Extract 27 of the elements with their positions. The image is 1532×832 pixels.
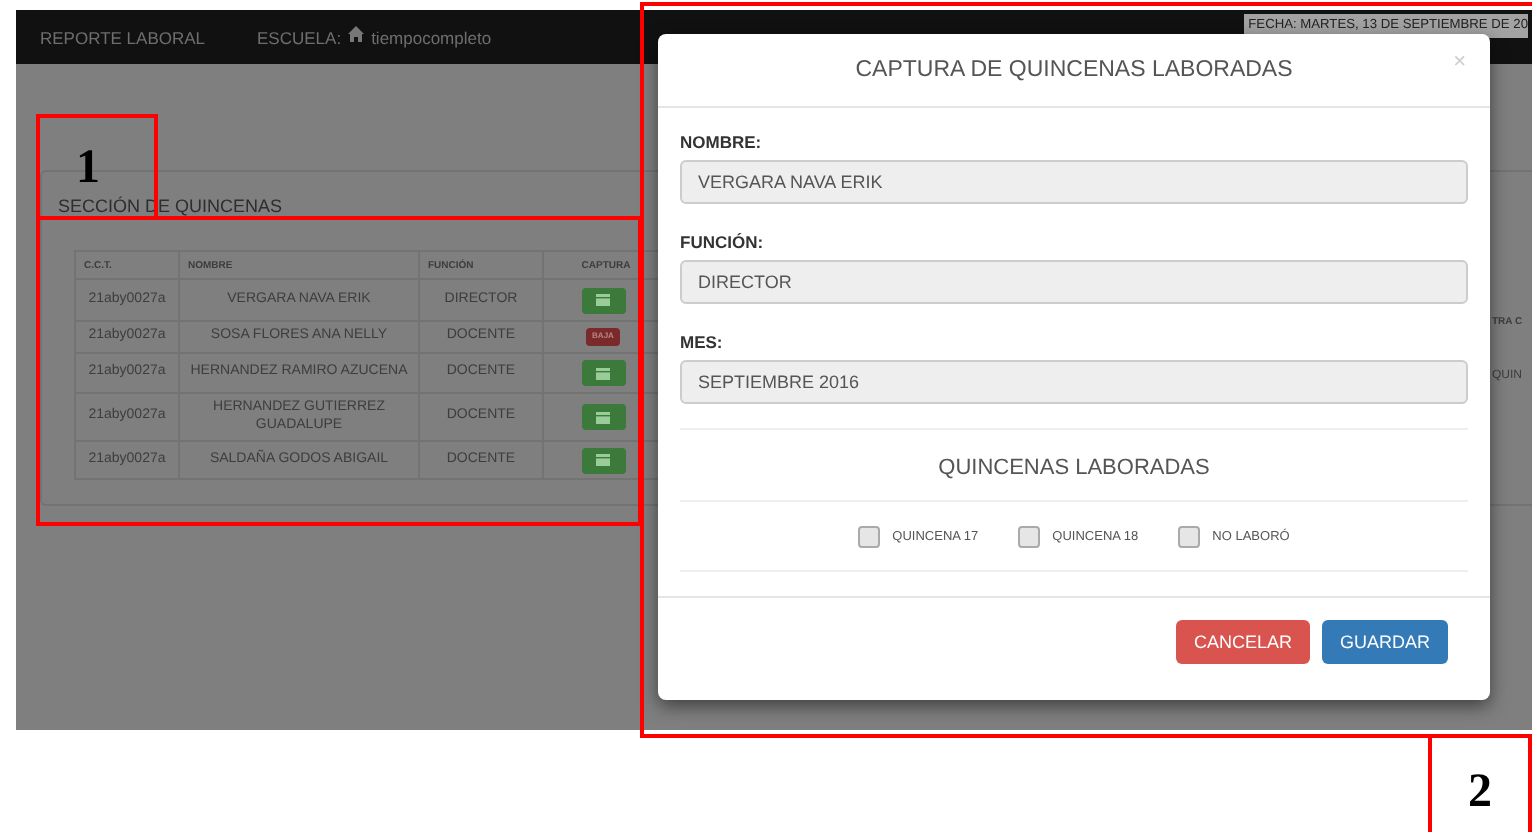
capture-button[interactable] (581, 360, 625, 386)
calendar-icon (596, 411, 610, 423)
field-label: NOMBRE: (680, 132, 764, 152)
save-button[interactable]: GUARDAR (1321, 620, 1448, 664)
school-label: ESCUELA: (257, 28, 342, 48)
capture-button[interactable] (581, 404, 625, 430)
capture-button[interactable] (581, 447, 625, 473)
checkbox[interactable] (1018, 526, 1041, 548)
calendar-icon (596, 294, 610, 306)
dialog-title: CAPTURA DE QUINCENAS LABORADAS (855, 58, 1293, 82)
calendar-icon (596, 367, 610, 379)
annotation-number: 1 (76, 144, 100, 192)
home-icon (347, 26, 364, 42)
cancel-button[interactable]: CANCELAR (1175, 620, 1310, 664)
section-heading: QUINCENAS LABORADAS (936, 454, 1212, 484)
calendar-icon (596, 454, 610, 466)
input-field[interactable]: SEPTIEMBRE 2016 (680, 360, 1468, 404)
input-field[interactable]: DIRECTOR (680, 260, 1468, 304)
field-label: MES: (680, 332, 725, 352)
app-title[interactable]: REPORTE LABORAL (40, 28, 206, 48)
annotation-number: 2 (1468, 768, 1492, 816)
capture-button[interactable] (581, 287, 625, 313)
checkbox[interactable] (858, 526, 881, 548)
input-field[interactable]: VERGARA NAVA ERIK (680, 160, 1468, 204)
field-label: FUNCIÓN: (680, 232, 766, 252)
school-name: tiempocompleto (371, 28, 492, 48)
checkbox[interactable] (1178, 526, 1201, 548)
